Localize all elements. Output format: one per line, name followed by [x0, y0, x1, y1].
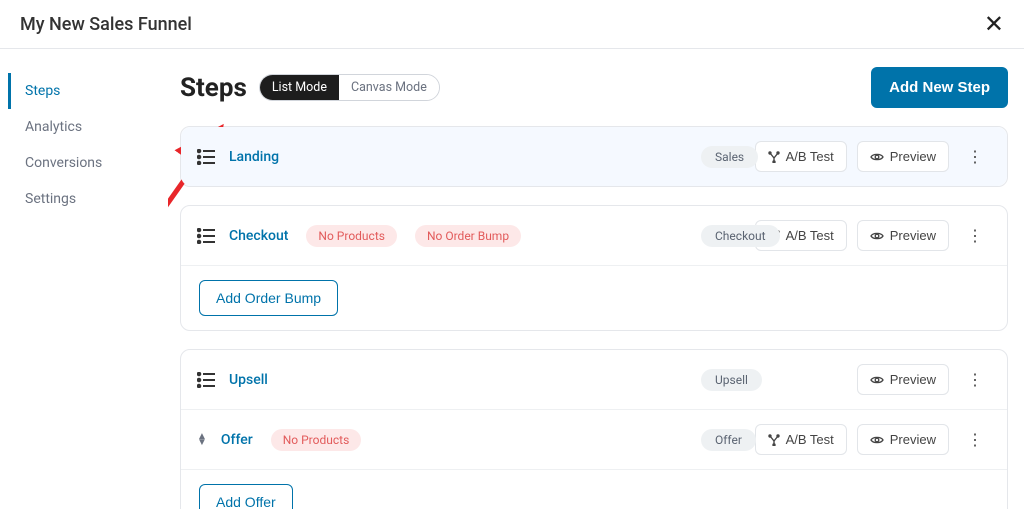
step-card: Upsell Upsell Preview ⋮ ▲ ▼ Offer No Pro…	[180, 349, 1008, 509]
reorder-icon[interactable]: ▲ ▼	[197, 434, 207, 446]
eye-icon	[870, 231, 884, 241]
split-icon	[768, 151, 780, 163]
sidebar-item-analytics[interactable]: Analytics	[8, 109, 168, 145]
step-row-checkout[interactable]: Checkout No Products No Order Bump Check…	[181, 206, 1007, 265]
view-mode-toggle: List Mode Canvas Mode	[259, 74, 440, 101]
eye-icon	[870, 152, 884, 162]
step-name-link[interactable]: Offer	[221, 432, 253, 448]
canvas-mode-tab[interactable]: Canvas Mode	[339, 75, 439, 100]
list-icon	[197, 228, 215, 244]
step-type-tag: Checkout	[701, 225, 780, 247]
step-type-tag: Upsell	[701, 369, 762, 391]
more-menu-icon[interactable]: ⋮	[959, 366, 991, 393]
add-order-bump-button[interactable]: Add Order Bump	[199, 280, 338, 316]
eye-icon	[870, 435, 884, 445]
sidebar-item-conversions[interactable]: Conversions	[8, 145, 168, 181]
preview-button[interactable]: Preview	[857, 424, 949, 455]
page-title: My New Sales Funnel	[20, 14, 192, 35]
sidebar: Steps Analytics Conversions Settings	[0, 49, 168, 509]
steps-heading: Steps	[180, 73, 247, 103]
more-menu-icon[interactable]: ⋮	[959, 222, 991, 249]
split-icon	[768, 434, 780, 446]
eye-icon	[870, 375, 884, 385]
step-type-tag: Offer	[701, 429, 756, 451]
preview-button[interactable]: Preview	[857, 364, 949, 395]
step-row-offer[interactable]: ▲ ▼ Offer No Products Offer A/B Test Pre…	[181, 409, 1007, 469]
list-icon	[197, 372, 215, 388]
sidebar-item-steps[interactable]: Steps	[8, 73, 168, 109]
add-offer-button[interactable]: Add Offer	[199, 484, 293, 509]
sidebar-item-settings[interactable]: Settings	[8, 181, 168, 217]
chevron-down-icon: ▼	[197, 440, 207, 446]
step-name-link[interactable]: Checkout	[229, 228, 288, 244]
ab-test-button[interactable]: A/B Test	[755, 141, 847, 172]
step-row-upsell[interactable]: Upsell Upsell Preview ⋮	[181, 350, 1007, 409]
main-content: Steps List Mode Canvas Mode Add New Step…	[168, 49, 1024, 509]
warning-tag: No Products	[306, 225, 397, 247]
step-type-tag: Sales	[701, 146, 758, 168]
more-menu-icon[interactable]: ⋮	[959, 143, 991, 170]
warning-tag: No Products	[271, 429, 362, 451]
step-card: Checkout No Products No Order Bump Check…	[180, 205, 1008, 331]
list-icon	[197, 149, 215, 165]
add-new-step-button[interactable]: Add New Step	[871, 67, 1008, 108]
step-name-link[interactable]: Upsell	[229, 372, 268, 388]
preview-button[interactable]: Preview	[857, 141, 949, 172]
step-name-link[interactable]: Landing	[229, 149, 279, 165]
preview-button[interactable]: Preview	[857, 220, 949, 251]
ab-test-button[interactable]: A/B Test	[755, 424, 847, 455]
more-menu-icon[interactable]: ⋮	[959, 426, 991, 453]
step-row-landing[interactable]: Landing Sales A/B Test Preview ⋮	[181, 127, 1007, 186]
step-card: Landing Sales A/B Test Preview ⋮	[180, 126, 1008, 187]
list-mode-tab[interactable]: List Mode	[260, 75, 339, 100]
warning-tag: No Order Bump	[415, 225, 521, 247]
close-icon[interactable]: ✕	[984, 12, 1004, 36]
